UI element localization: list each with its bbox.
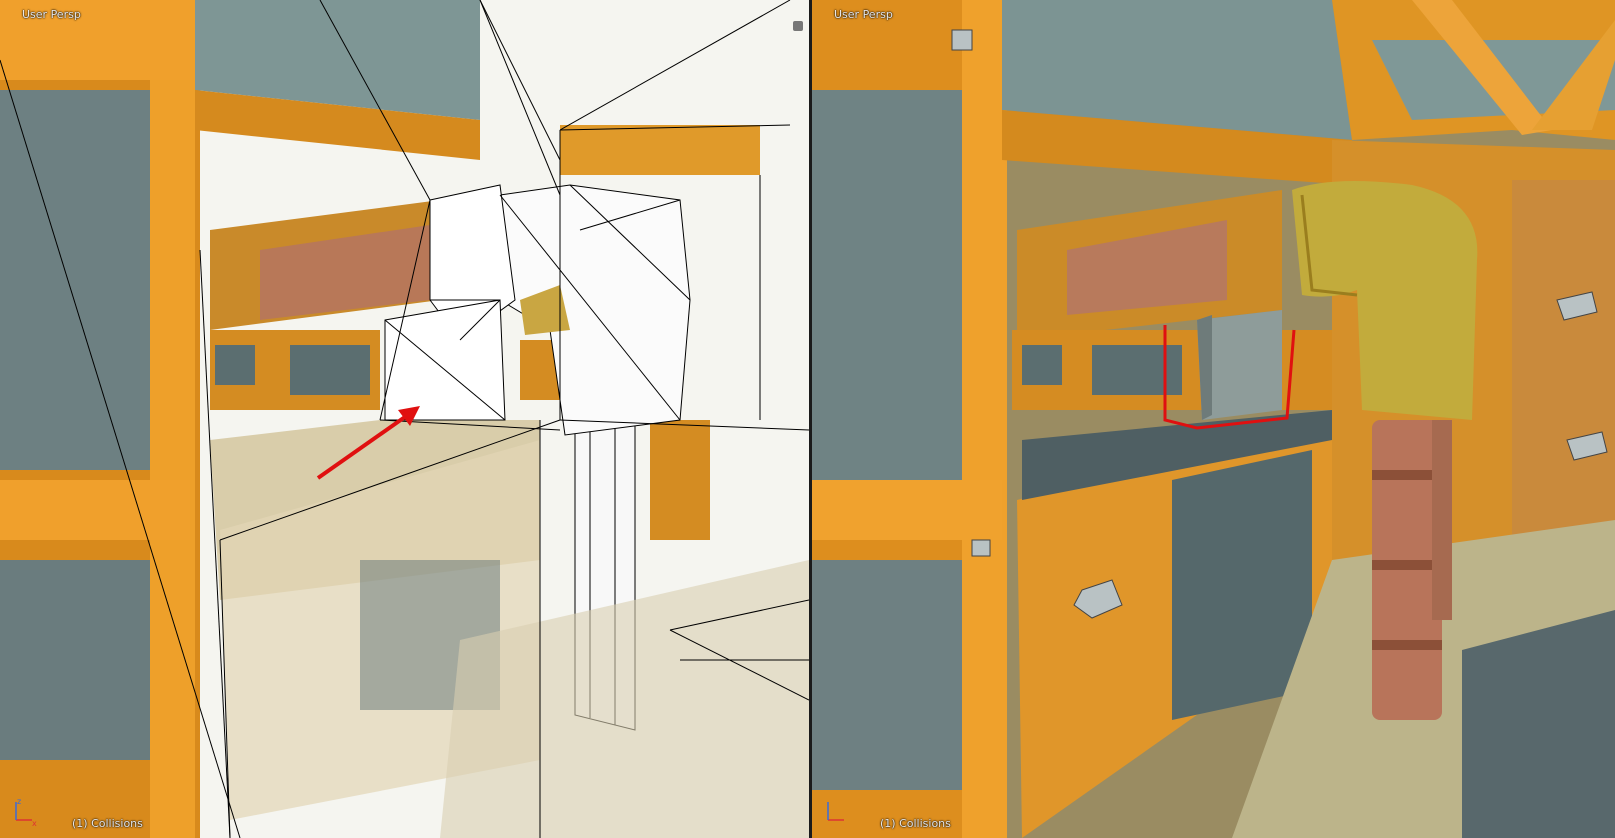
axis-gizmo-icon: x z (15, 797, 37, 826)
perspective-label: User Persp (22, 8, 81, 21)
textured-scene[interactable] (812, 0, 1615, 838)
viewport-corner-widget[interactable] (793, 21, 803, 31)
viewport-right[interactable]: User Persp (1) Collisions (812, 0, 1615, 838)
left-wall-metal-panel (0, 90, 160, 470)
wireframe-scene[interactable] (0, 0, 809, 838)
top-right-beam (560, 125, 760, 175)
viewport-left[interactable]: User Persp x z (1) Collisions (0, 0, 809, 838)
axis-x-label: x (32, 819, 37, 826)
left-wall-metal-panel (812, 90, 972, 480)
axis-z-label: z (17, 797, 21, 806)
perspective-label: User Persp (834, 8, 893, 21)
active-object-label: (1) Collisions (72, 817, 143, 830)
axis-gizmo-icon (827, 802, 844, 821)
active-object-label: (1) Collisions (880, 817, 951, 830)
